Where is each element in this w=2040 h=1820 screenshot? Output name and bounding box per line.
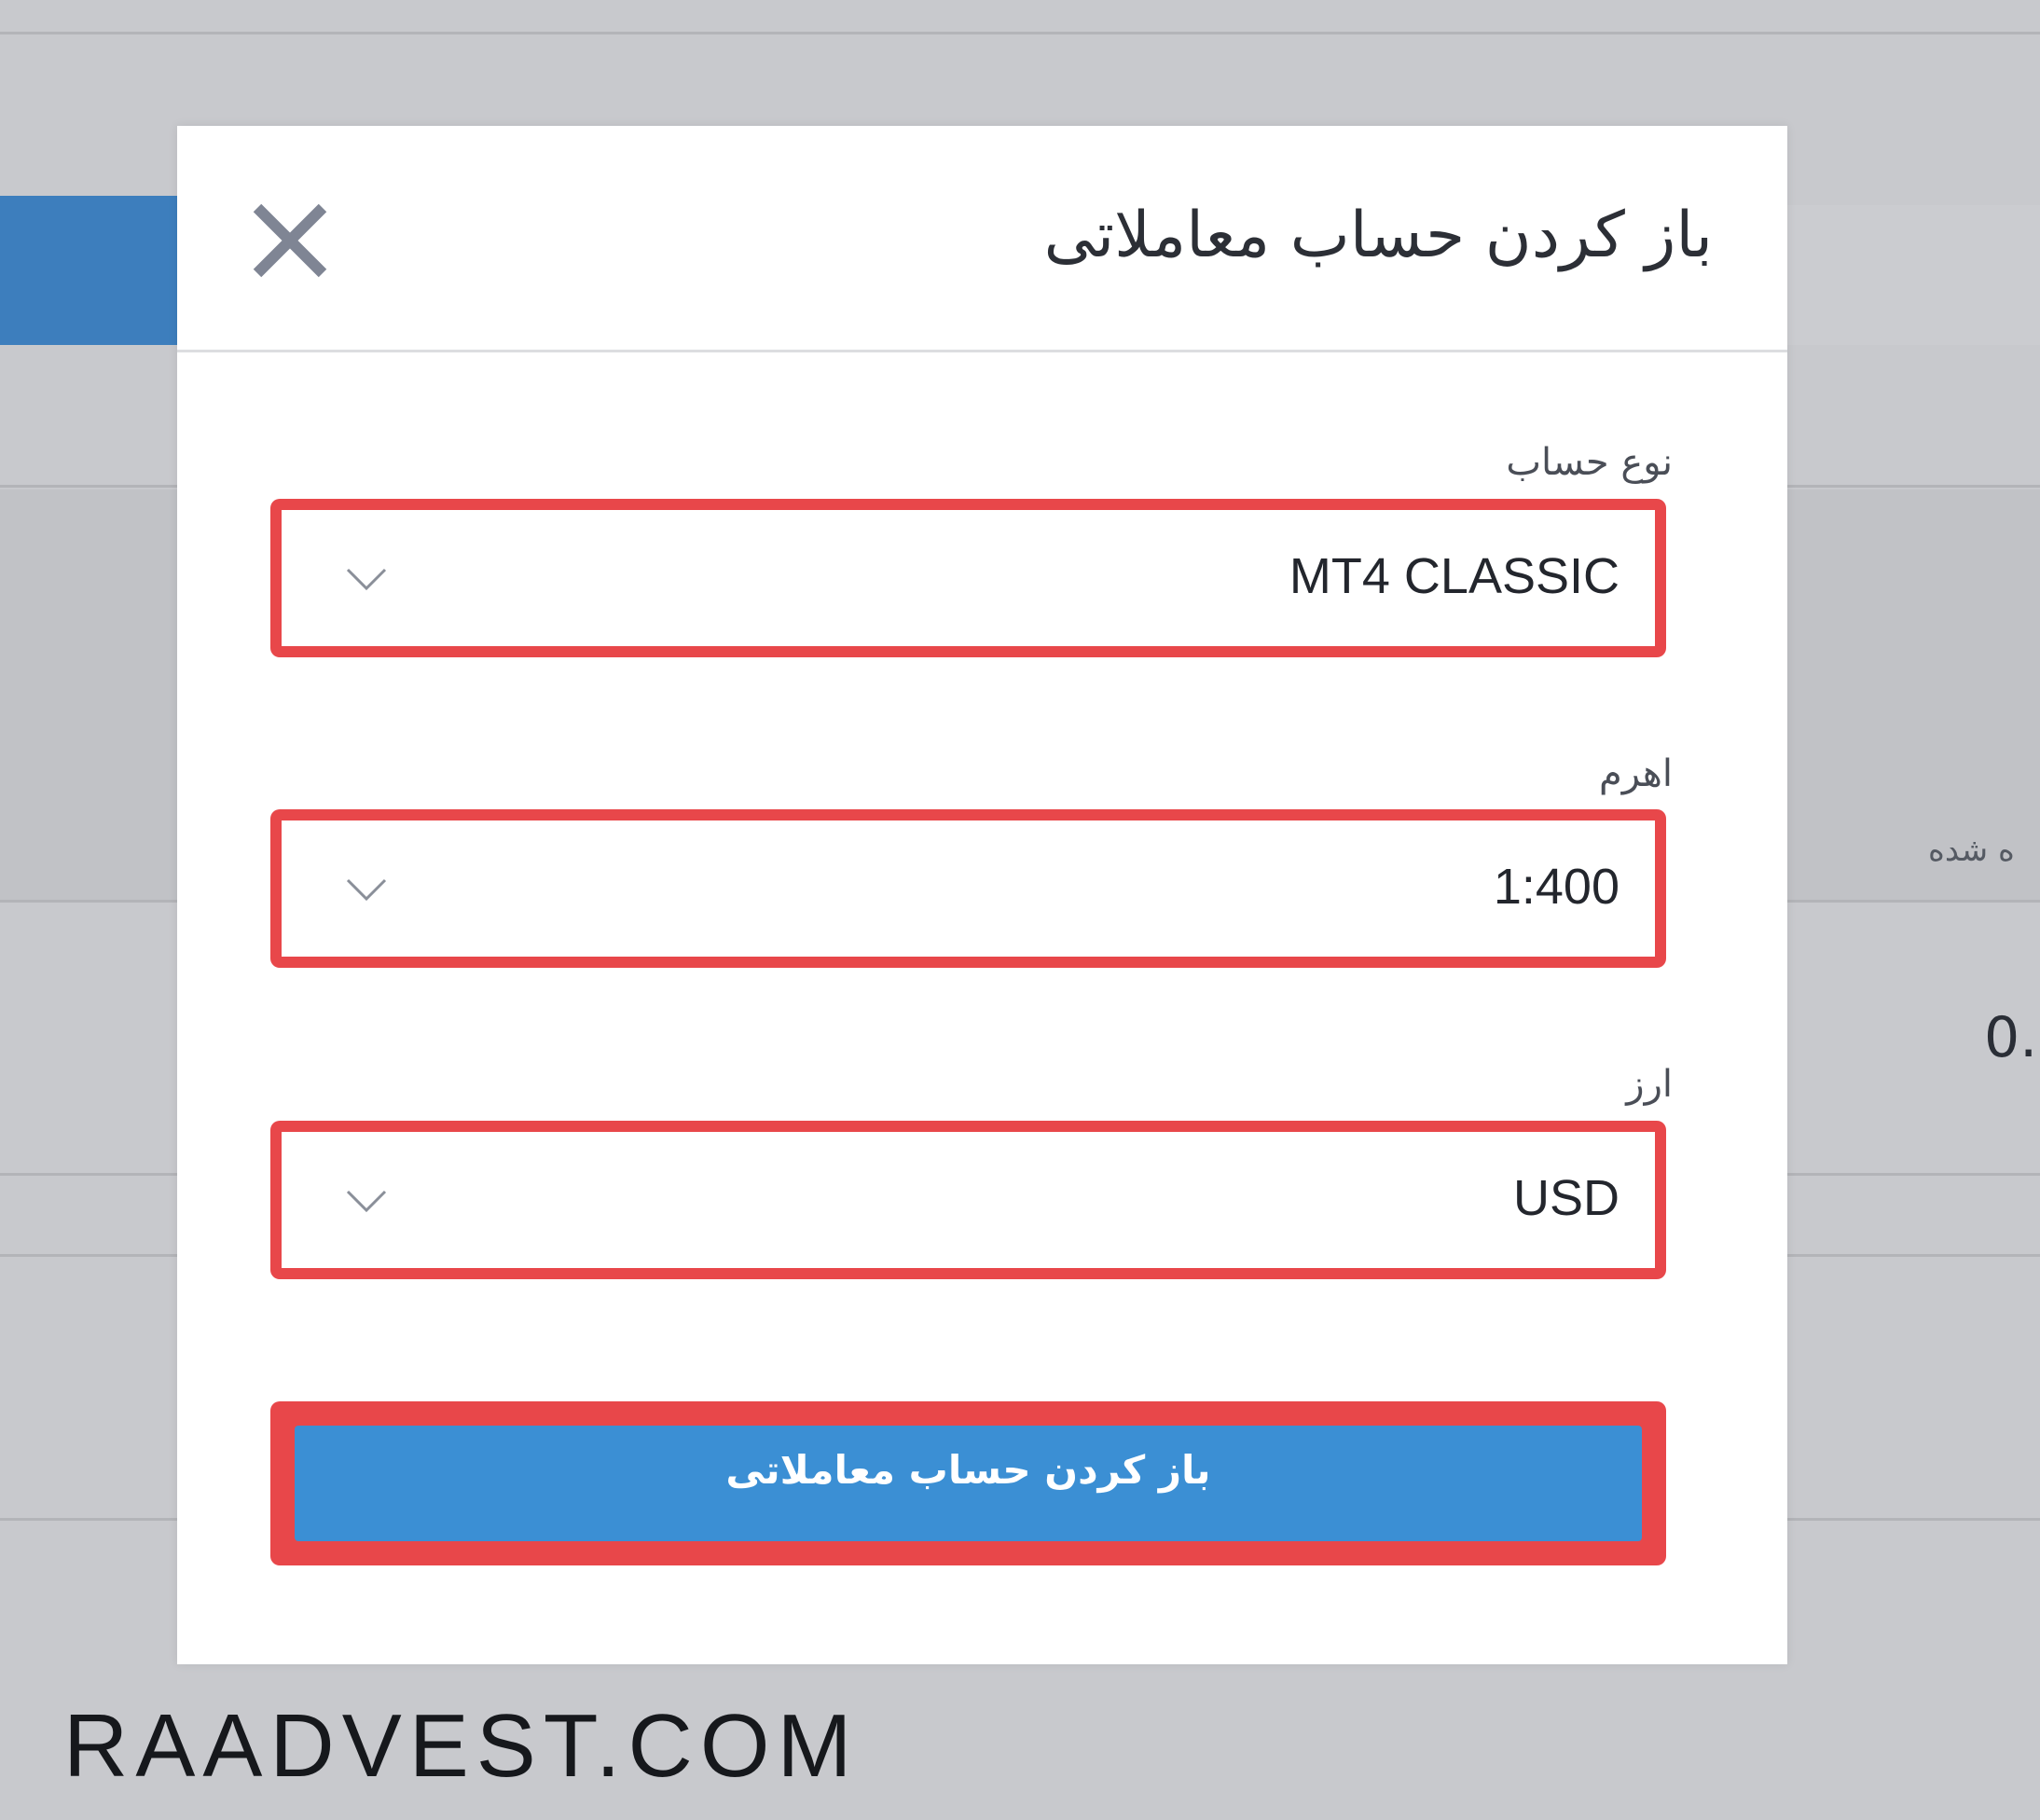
account-type-value: MT4 CLASSIC <box>1289 548 1620 604</box>
account-type-select[interactable]: MT4 CLASSIC <box>270 499 1666 657</box>
account-type-label: نوع حساب <box>1506 441 1673 484</box>
background-active-tab <box>0 196 177 345</box>
background-value: 0. <box>1984 1005 2038 1070</box>
close-icon[interactable] <box>250 200 330 281</box>
background-column-label: ه شده <box>1928 832 2015 869</box>
leverage-select[interactable]: 1:400 <box>270 809 1666 968</box>
watermark: RAADVEST.COM <box>63 1696 860 1796</box>
open-account-button[interactable]: باز کردن حساب معاملاتی <box>295 1426 1642 1541</box>
modal-header: باز کردن حساب معاملاتی <box>177 126 1787 352</box>
leverage-value: 1:400 <box>1493 859 1620 915</box>
background-divider <box>0 32 2040 34</box>
chevron-down-icon <box>346 1190 387 1213</box>
chevron-down-icon <box>346 568 387 591</box>
screen: ه شده 0. باز کردن حساب معاملاتی نوع حساب… <box>0 0 2040 1820</box>
currency-label: ارز <box>1626 1063 1673 1106</box>
open-account-button-label: باز کردن حساب معاملاتی <box>725 1446 1211 1493</box>
modal-title: باز کردن حساب معاملاتی <box>1043 199 1713 272</box>
currency-select[interactable]: USD <box>270 1121 1666 1279</box>
open-trading-account-modal: باز کردن حساب معاملاتی نوع حساب MT4 CLAS… <box>177 126 1787 1664</box>
leverage-label: اهرم <box>1598 752 1673 795</box>
chevron-down-icon <box>346 878 387 902</box>
currency-value: USD <box>1512 1170 1620 1226</box>
open-account-button-highlight[interactable]: باز کردن حساب معاملاتی <box>270 1401 1666 1565</box>
